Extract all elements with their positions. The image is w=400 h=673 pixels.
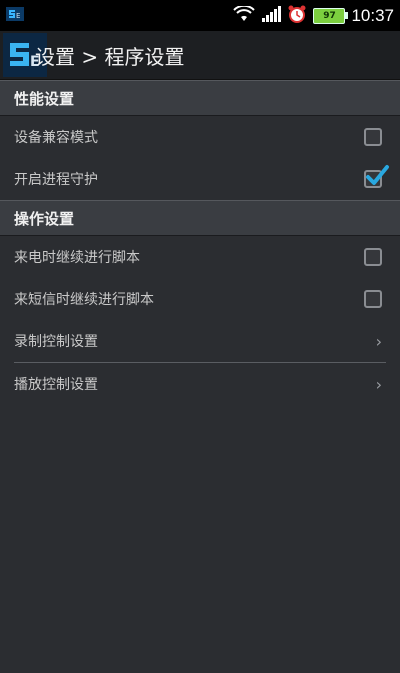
status-time: 10:37 xyxy=(351,5,394,25)
alarm-clock-icon xyxy=(287,4,307,28)
setting-label: 播放控制设置 xyxy=(14,377,98,393)
wifi-icon xyxy=(233,4,256,26)
setting-record-control[interactable]: 录制控制设置 › xyxy=(0,320,400,362)
chevron-right-icon: › xyxy=(375,331,382,351)
setting-continue-on-sms[interactable]: 来短信时继续进行脚本 xyxy=(0,278,400,320)
setting-label: 开启进程守护 xyxy=(14,172,98,188)
continue-on-sms-checkbox[interactable] xyxy=(364,290,382,308)
battery-level: 97 xyxy=(323,10,336,21)
status-right: 97 10:37 xyxy=(233,4,394,28)
setting-label: 设备兼容模式 xyxy=(14,130,98,146)
svg-text:E: E xyxy=(16,12,20,20)
signal-icon xyxy=(261,5,282,26)
setting-label: 来电时继续进行脚本 xyxy=(14,250,140,266)
title-bar: E 设置 > 程序设置 xyxy=(0,31,400,80)
settings-list: 性能设置 设备兼容模式 开启进程守护 操作设置 来电时继续进行脚本 来短信时继续… xyxy=(0,80,400,405)
setting-continue-on-call[interactable]: 来电时继续进行脚本 xyxy=(0,236,400,278)
status-bar: E 97 10:37 xyxy=(0,0,400,31)
checkmark-icon xyxy=(366,165,389,185)
page-title: 设置 > 程序设置 xyxy=(35,44,185,69)
setting-label: 录制控制设置 xyxy=(14,334,98,350)
status-left: E xyxy=(6,6,24,25)
battery-icon: 97 xyxy=(313,7,349,24)
setting-device-compat-mode[interactable]: 设备兼容模式 xyxy=(0,116,400,158)
app-notification-icon: E xyxy=(6,6,24,25)
section-header-operation: 操作设置 xyxy=(0,200,400,236)
setting-process-guard[interactable]: 开启进程守护 xyxy=(0,158,400,200)
setting-label: 来短信时继续进行脚本 xyxy=(14,292,154,308)
continue-on-call-checkbox[interactable] xyxy=(364,248,382,266)
process-guard-checkbox[interactable] xyxy=(364,165,389,188)
section-header-performance: 性能设置 xyxy=(0,80,400,116)
device-compat-checkbox[interactable] xyxy=(364,128,382,146)
setting-playback-control[interactable]: 播放控制设置 › xyxy=(0,363,400,405)
chevron-right-icon: › xyxy=(375,374,382,394)
